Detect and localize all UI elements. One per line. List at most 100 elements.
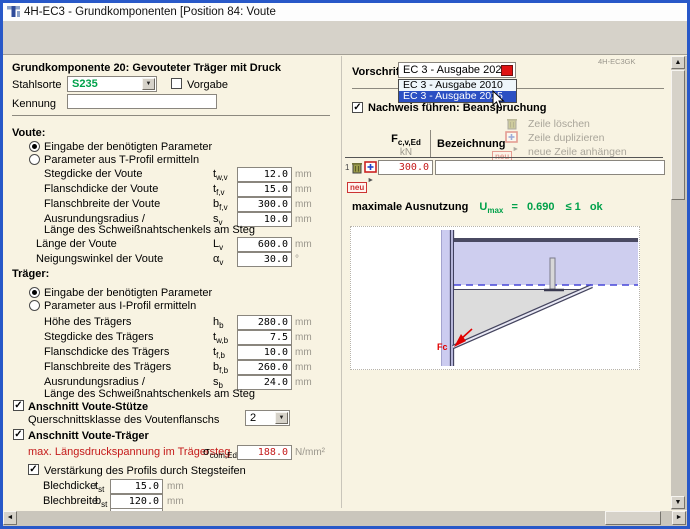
blech-input[interactable]: 120.0	[110, 494, 163, 509]
beam-top-flange	[454, 238, 638, 242]
scroll-up-icon[interactable]: ▲	[671, 56, 685, 69]
horizontal-scroll-thumb[interactable]	[605, 511, 661, 525]
force-input[interactable]: 300.0	[378, 160, 433, 175]
param-symbol: tw,b	[213, 331, 228, 345]
sigma-unit: N/mm²	[295, 447, 325, 458]
param-input[interactable]: 300.0	[237, 197, 292, 212]
param-label: Neigungswinkel der Voute	[36, 253, 163, 265]
blech-label: Blechdicke	[43, 480, 96, 492]
blech-symbol: bst	[95, 495, 107, 509]
sigma-input[interactable]: 188.0	[237, 445, 292, 460]
duplicate-row-icon	[505, 131, 518, 143]
kennung-input[interactable]	[67, 94, 217, 109]
vorschrift-drop-icon[interactable]	[501, 65, 513, 76]
param-label: Flanschdicke der Voute	[44, 183, 158, 195]
traeger-radio-iprofil-label: Parameter aus I-Profil ermitteln	[44, 300, 196, 312]
vertical-scrollbar[interactable]: ▲ ▼	[671, 56, 687, 510]
chevron-down-icon[interactable]: ▼	[275, 412, 288, 424]
param-input[interactable]: 30.0	[237, 252, 292, 267]
action-delete-label[interactable]: Zeile löschen	[528, 118, 590, 130]
anschnitt-traeger-checkbox[interactable]	[13, 429, 24, 440]
duplicate-row-icon[interactable]	[364, 161, 377, 173]
scroll-down-icon[interactable]: ▼	[671, 496, 685, 509]
nachweis-checkbox[interactable]	[352, 102, 363, 113]
param-label-line2: Länge des Schweißnahtschenkels am Steg	[44, 388, 255, 400]
blech-unit: mm	[167, 496, 184, 507]
param-label: Höhe des Trägers	[44, 316, 131, 328]
param-input[interactable]: 15.0	[237, 182, 292, 197]
section-divider	[12, 115, 330, 116]
param-input[interactable]: 12.0	[237, 167, 292, 182]
voute-heading: Voute:	[12, 127, 45, 139]
param-input[interactable]: 260.0	[237, 360, 292, 375]
param-input[interactable]: 10.0	[237, 345, 292, 360]
vorschrift-label: Vorschrift	[352, 66, 403, 78]
column-separator	[430, 130, 431, 157]
traeger-radio-iprofil[interactable]	[29, 300, 40, 311]
param-label: Stegdicke des Trägers	[44, 331, 153, 343]
param-row: Flanschdicke der Voute tf,v 15.0 mm	[0, 182, 345, 197]
traeger-radio-eingabe[interactable]	[29, 287, 40, 298]
chevron-down-icon[interactable]: ▼	[142, 78, 155, 90]
param-unit: mm	[295, 347, 312, 358]
param-unit: °	[295, 254, 299, 265]
action-duplicate-label[interactable]: Zeile duplizieren	[528, 132, 604, 144]
param-symbol: bf,v	[213, 198, 228, 212]
param-input[interactable]: 600.0	[237, 237, 292, 252]
param-unit: mm	[295, 184, 312, 195]
result-line: maximale Ausnutzung Umax = 0.690 ≤ 1 ok	[352, 201, 603, 215]
blech-row: Blechbreite bst 120.0 mm	[0, 494, 345, 509]
verstaerkung-label: Verstärkung des Profils durch Stegsteife…	[44, 465, 246, 477]
vorschrift-select[interactable]: EC 3 - Ausgabe 2025	[398, 62, 516, 78]
stahlsorte-select[interactable]: S235 ▼	[67, 76, 157, 92]
param-unit: mm	[295, 362, 312, 373]
verstaerkung-checkbox[interactable]	[28, 464, 39, 475]
vertical-scroll-thumb[interactable]	[671, 70, 685, 200]
param-label: Stegdicke der Voute	[44, 168, 142, 180]
utilization-status: ok	[590, 201, 603, 213]
param-unit: mm	[295, 239, 312, 250]
param-row: Flanschbreite des Trägers bf,b 260.0 mm	[0, 360, 345, 375]
param-unit: mm	[295, 169, 312, 180]
bezeichnung-input[interactable]	[435, 160, 665, 175]
name-column-header: Bezeichnung	[437, 138, 505, 150]
param-symbol: tw,v	[213, 168, 228, 182]
param-label: Flanschdicke des Trägers	[44, 346, 169, 358]
blech-symbol: tst	[95, 480, 104, 494]
blech-row: Blechdicke tst 15.0 mm	[0, 479, 345, 494]
window-title: 4H-EC3 - Grundkomponenten [Position 84: …	[24, 6, 276, 18]
utilization-symbol: Umax	[479, 201, 503, 213]
trash-icon[interactable]	[351, 161, 363, 174]
anschnitt-stuetze-checkbox[interactable]	[13, 400, 24, 411]
param-row: Flanschdicke des Trägers tf,b 10.0 mm	[0, 345, 345, 360]
title-bar: 4H-EC3 - Grundkomponenten [Position 84: …	[2, 2, 688, 21]
scroll-left-icon[interactable]: ◄	[3, 511, 17, 525]
blech-input[interactable]: 15.0	[110, 479, 163, 494]
param-input[interactable]: 7.5	[237, 330, 292, 345]
voute-radio-eingabe[interactable]	[29, 141, 40, 152]
vorgabe-label: Vorgabe	[187, 79, 228, 91]
param-symbol: hb	[213, 316, 224, 330]
param-label: Flanschbreite des Trägers	[44, 361, 171, 373]
param-input[interactable]: 280.0	[237, 315, 292, 330]
voute-radio-tprofil-label: Parameter aus T-Profil ermitteln	[44, 154, 199, 166]
kennung-label: Kennung	[12, 98, 56, 110]
vorschrift-value: EC 3 - Ausgabe 2025	[403, 64, 508, 77]
sigma-symbol: σcom,Ed	[203, 446, 237, 460]
voute-radio-tprofil[interactable]	[29, 154, 40, 165]
sigma-label: max. Längsdruckspannung im Trägersteg	[28, 446, 230, 458]
row-index: 1	[345, 163, 349, 172]
append-row-button[interactable]: neu►	[347, 177, 374, 195]
sigma-row: max. Längsdruckspannung im Trägersteg σc…	[0, 445, 345, 460]
param-unit: mm	[295, 332, 312, 343]
param-symbol: Lv	[213, 238, 223, 252]
vorgabe-checkbox[interactable]	[171, 78, 182, 89]
voute-radio-eingabe-label: Eingabe der benötigten Parameter	[44, 141, 212, 153]
component-heading-row: Grundkomponente 20: Gevouteter Träger mi…	[0, 61, 345, 76]
component-heading: Grundkomponente 20: Gevouteter Träger mi…	[12, 62, 281, 74]
querschnittsklasse-select[interactable]: 2 ▼	[245, 410, 290, 426]
scroll-right-icon[interactable]: ►	[672, 511, 686, 525]
horizontal-scrollbar[interactable]: ◄ ►	[3, 511, 687, 526]
param-unit: mm	[295, 317, 312, 328]
blech-label: Blechbreite	[43, 495, 98, 507]
